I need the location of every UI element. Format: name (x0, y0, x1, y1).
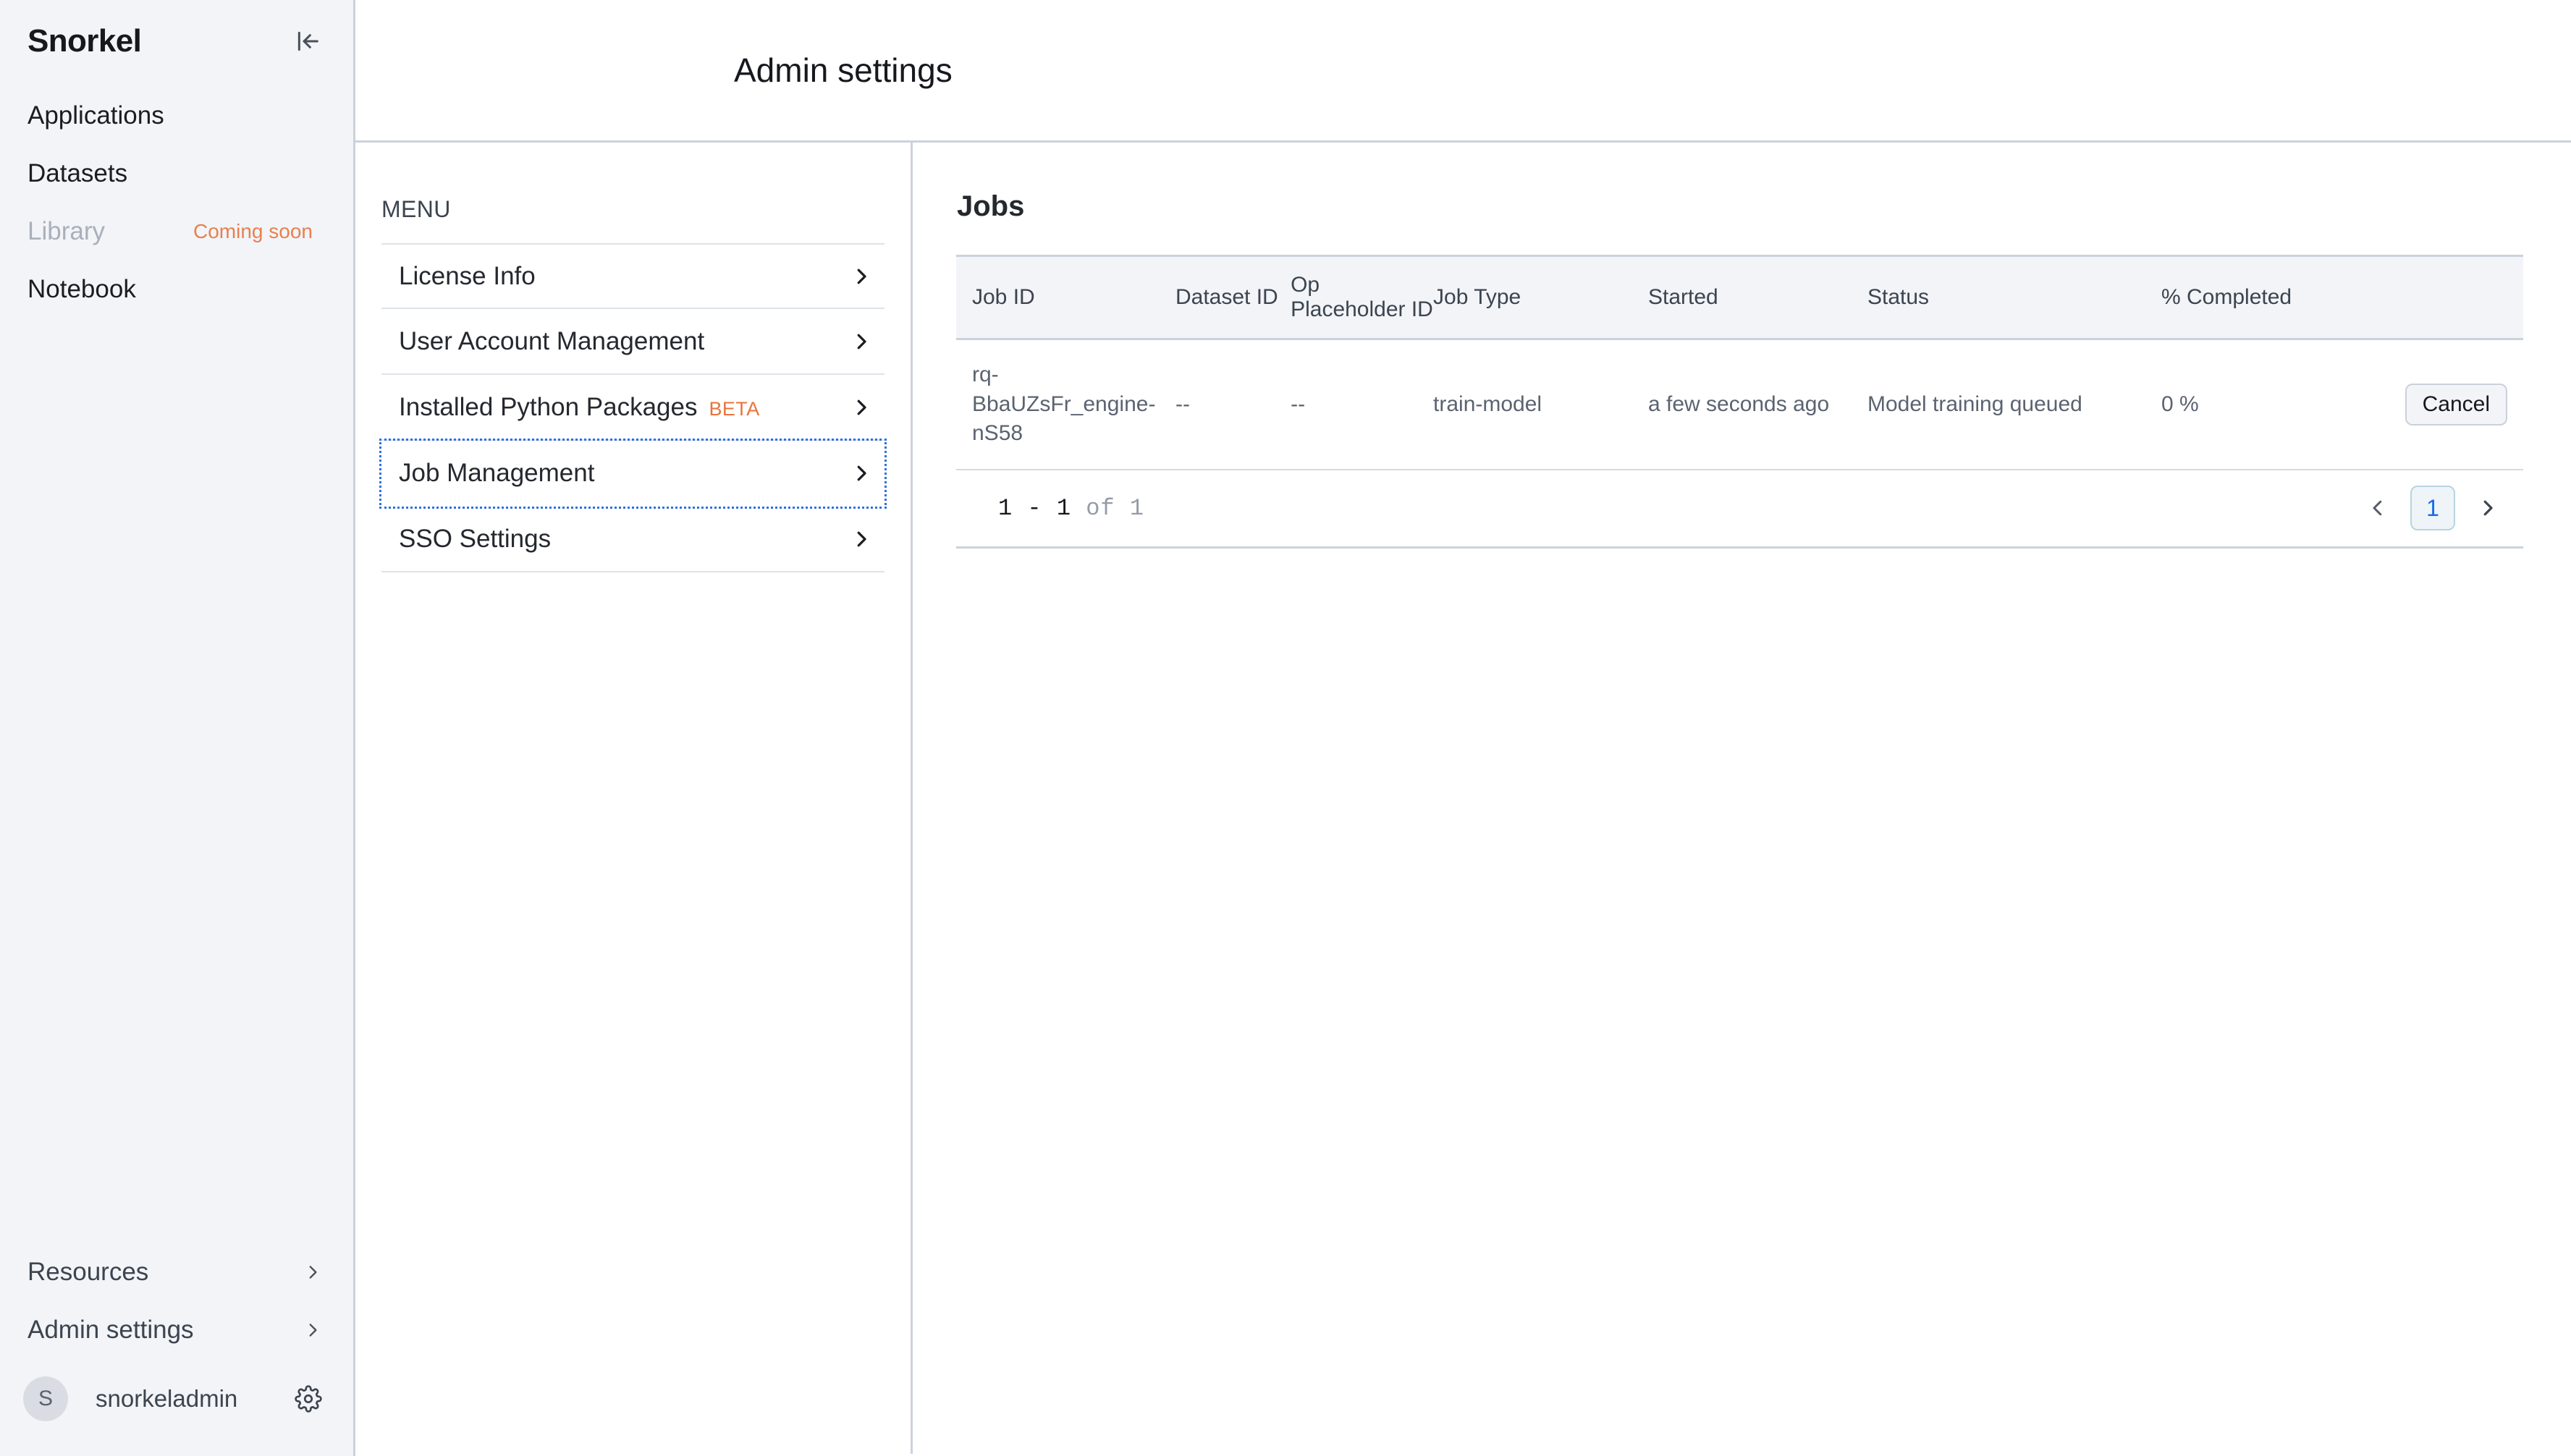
pagination-page-1[interactable]: 1 (2410, 486, 2455, 530)
table-row: rq-BbaUZsFr_engine-nS58 -- -- train-mode… (956, 339, 2523, 470)
jobs-table: Job ID Dataset ID Op Placeholder ID Job … (956, 255, 2523, 470)
cell-actions: Cancel (2391, 339, 2523, 470)
pagination-count: 1 - 1 of 1 (998, 495, 1144, 522)
admin-menu-panel: MENU License Info User Account Managemen… (355, 143, 913, 1454)
avatar: S (23, 1376, 68, 1421)
sidebar-item-label: Resources (28, 1258, 149, 1286)
column-header-dataset-id: Dataset ID (1175, 255, 1291, 340)
menu-item-label: Job Management (399, 458, 595, 487)
sidebar-bottom-group: Resources Admin settings S snorkeladmin (0, 1243, 353, 1456)
admin-menu-list: License Info User Account Management Ins… (379, 243, 887, 572)
sidebar-item-notebook[interactable]: Notebook (0, 261, 353, 318)
pagination-bar: 1 - 1 of 1 1 (956, 470, 2523, 549)
pagination-range: 1 - 1 (998, 494, 1072, 522)
user-profile-row[interactable]: S snorkeladmin (0, 1359, 353, 1439)
menu-item-license-info[interactable]: License Info (381, 243, 885, 309)
menu-item-job-management[interactable]: Job Management (379, 439, 887, 509)
app-root: Snorkel Applications Datasets Library Co… (0, 0, 2571, 1456)
chevron-right-icon (847, 266, 876, 287)
main-content: Admin settings MENU License Info User Ac… (355, 0, 2571, 1456)
sidebar-item-label: Library (28, 217, 105, 245)
menu-item-label: License Info (399, 261, 536, 290)
menu-item-installed-python-packages[interactable]: Installed Python Packages BETA (381, 375, 885, 441)
sidebar-item-label: Notebook (28, 275, 136, 303)
sidebar-header: Snorkel (0, 0, 353, 62)
gear-icon[interactable] (290, 1380, 327, 1418)
user-name: snorkeladmin (96, 1385, 238, 1412)
cell-op-placeholder-id: -- (1291, 339, 1434, 470)
pagination-total: of 1 (1086, 494, 1145, 522)
jobs-table-body: rq-BbaUZsFr_engine-nS58 -- -- train-mode… (956, 339, 2523, 470)
menu-heading: MENU (381, 196, 451, 222)
sidebar-item-resources[interactable]: Resources (0, 1243, 353, 1301)
column-header-op-placeholder-id: Op Placeholder ID (1291, 255, 1434, 340)
chevron-right-icon (847, 528, 876, 550)
cell-started: a few seconds ago (1647, 339, 1867, 470)
jobs-table-head: Job ID Dataset ID Op Placeholder ID Job … (956, 255, 2523, 340)
cell-job-type: train-model (1433, 339, 1648, 470)
avatar-initial: S (38, 1387, 53, 1410)
menu-item-label: Installed Python Packages BETA (399, 392, 760, 421)
column-header-percent-completed: % Completed (2161, 255, 2392, 340)
chevron-right-icon[interactable] (2468, 488, 2507, 528)
content-columns: MENU License Info User Account Managemen… (355, 143, 2571, 1454)
column-header-job-id: Job ID (956, 255, 1175, 340)
status-badge: Model training queued (1867, 339, 2161, 470)
menu-item-user-account-management[interactable]: User Account Management (381, 309, 885, 375)
chevron-right-icon (298, 1321, 327, 1339)
brand-logo: Snorkel (28, 23, 142, 59)
cell-job-id: rq-BbaUZsFr_engine-nS58 (956, 339, 1175, 470)
chevron-right-icon (847, 462, 876, 484)
menu-item-sso-settings[interactable]: SSO Settings (381, 507, 885, 572)
sidebar: Snorkel Applications Datasets Library Co… (0, 0, 355, 1456)
pagination-nav: 1 (2358, 486, 2507, 530)
chevron-right-icon (847, 397, 876, 418)
chevron-right-icon (847, 331, 876, 352)
sidebar-nav: Applications Datasets Library Coming soo… (0, 87, 353, 318)
column-header-job-type: Job Type (1433, 255, 1648, 340)
jobs-title: Jobs (957, 190, 1025, 222)
cell-percent-completed: 0 % (2161, 339, 2392, 470)
sidebar-item-label: Admin settings (28, 1316, 194, 1344)
column-header-status: Status (1867, 255, 2161, 340)
sidebar-item-library: Library Coming soon (0, 203, 353, 261)
chevron-right-icon (298, 1263, 327, 1282)
sidebar-item-datasets[interactable]: Datasets (0, 145, 353, 203)
cancel-button[interactable]: Cancel (2405, 383, 2507, 426)
page-header: Admin settings (355, 0, 2571, 143)
cell-dataset-id: -- (1175, 339, 1291, 470)
page-title: Admin settings (734, 51, 953, 89)
coming-soon-badge: Coming soon (193, 220, 313, 242)
chevron-left-icon[interactable] (2358, 488, 2397, 528)
jobs-panel: Jobs Job ID Dataset ID Op Placeholder ID… (913, 143, 2571, 1454)
sidebar-item-label: Applications (28, 101, 164, 130)
beta-badge: BETA (709, 397, 760, 420)
column-header-actions (2391, 255, 2523, 340)
collapse-panel-icon[interactable] (291, 25, 324, 58)
sidebar-item-label: Datasets (28, 159, 128, 187)
menu-item-label: User Account Management (399, 326, 705, 355)
menu-item-label: SSO Settings (399, 524, 552, 553)
column-header-started: Started (1647, 255, 1867, 340)
table-header-row: Job ID Dataset ID Op Placeholder ID Job … (956, 255, 2523, 340)
sidebar-item-admin-settings[interactable]: Admin settings (0, 1301, 353, 1359)
sidebar-item-applications[interactable]: Applications (0, 87, 353, 145)
